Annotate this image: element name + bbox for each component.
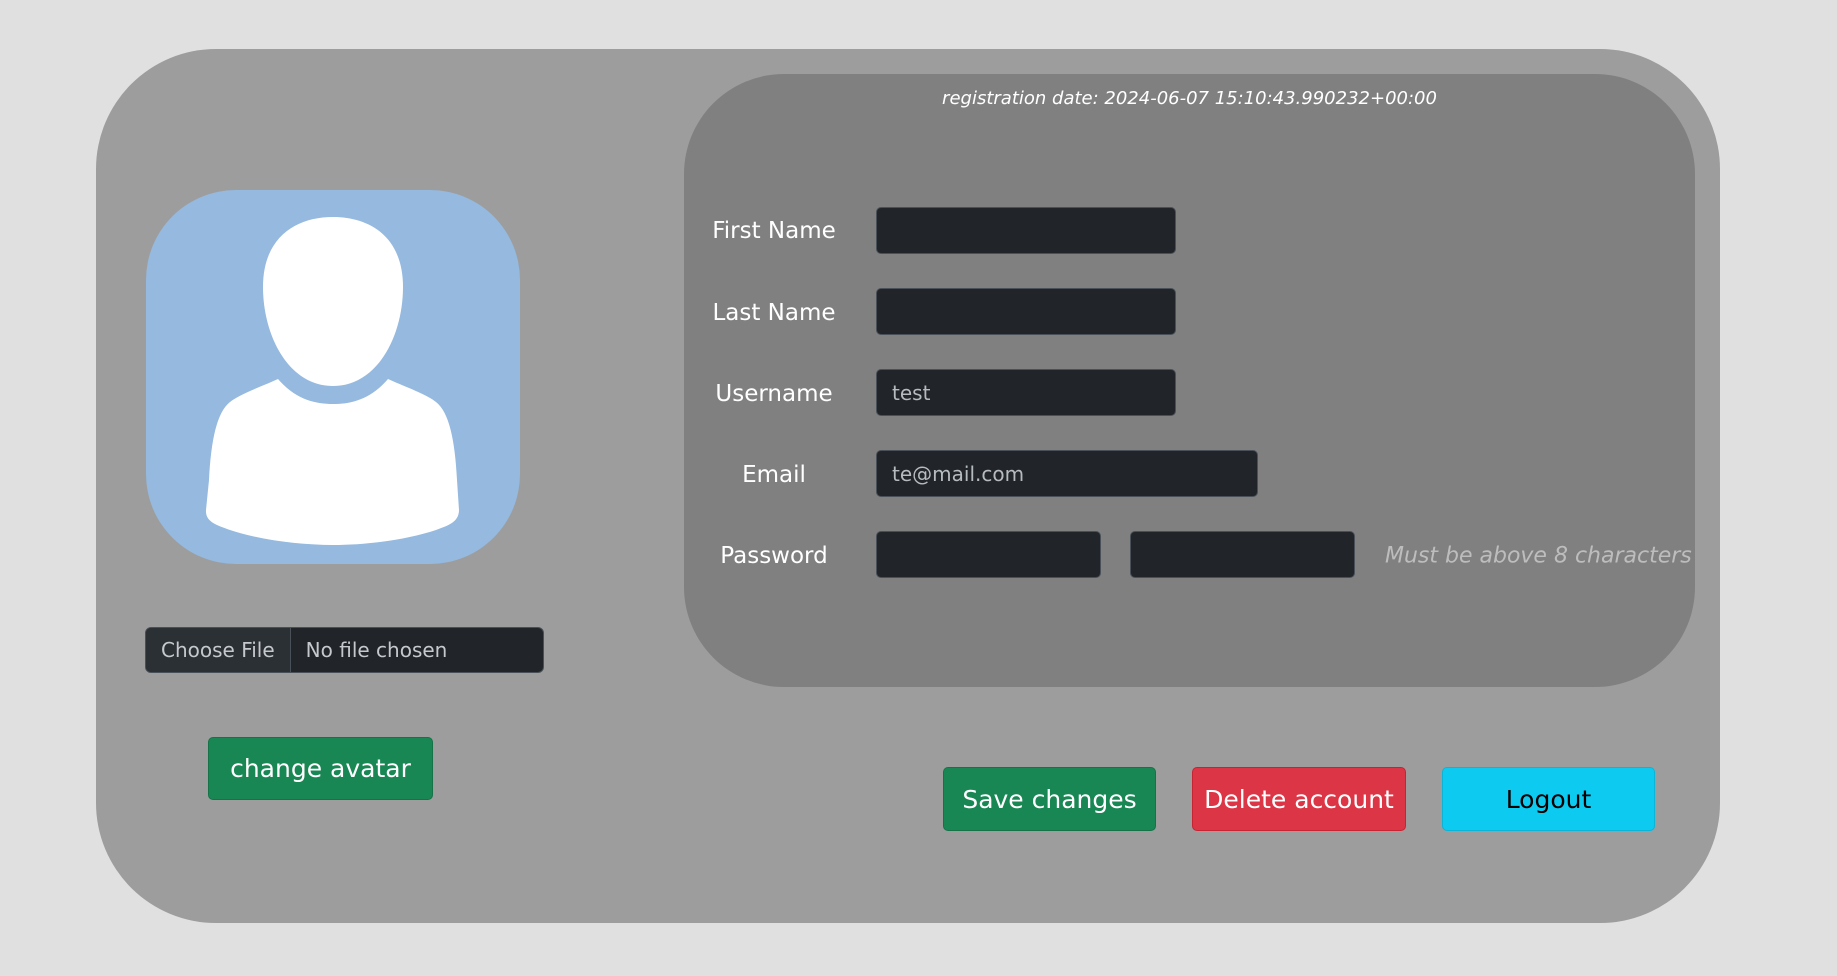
last-name-label: Last Name — [712, 300, 836, 326]
first-name-field[interactable] — [876, 207, 1176, 254]
email-field[interactable]: te@mail.com — [876, 450, 1258, 497]
change-avatar-button[interactable]: change avatar — [208, 737, 433, 800]
last-name-field[interactable] — [876, 288, 1176, 335]
file-status-text: No file chosen — [305, 638, 448, 662]
save-changes-button[interactable]: Save changes — [943, 767, 1156, 831]
password-confirm-field[interactable] — [1130, 531, 1355, 578]
delete-account-button[interactable]: Delete account — [1192, 767, 1406, 831]
password-hint: Must be above 8 characters — [1385, 543, 1692, 569]
avatar-file-input[interactable]: Choose File No file chosen — [145, 627, 544, 673]
first-name-label: First Name — [712, 218, 836, 244]
avatar — [146, 190, 520, 564]
profile-form-panel: registration date: 2024-06-07 15:10:43.9… — [684, 74, 1695, 687]
logout-button[interactable]: Logout — [1442, 767, 1655, 831]
password-label: Password — [720, 543, 828, 569]
choose-file-button[interactable]: Choose File — [146, 628, 291, 672]
email-label: Email — [742, 462, 806, 488]
username-label: Username — [715, 381, 833, 407]
password-field[interactable] — [876, 531, 1101, 578]
registration-date: registration date: 2024-06-07 15:10:43.9… — [942, 88, 1437, 109]
user-silhouette-icon — [205, 217, 459, 545]
username-field[interactable]: test — [876, 369, 1176, 416]
